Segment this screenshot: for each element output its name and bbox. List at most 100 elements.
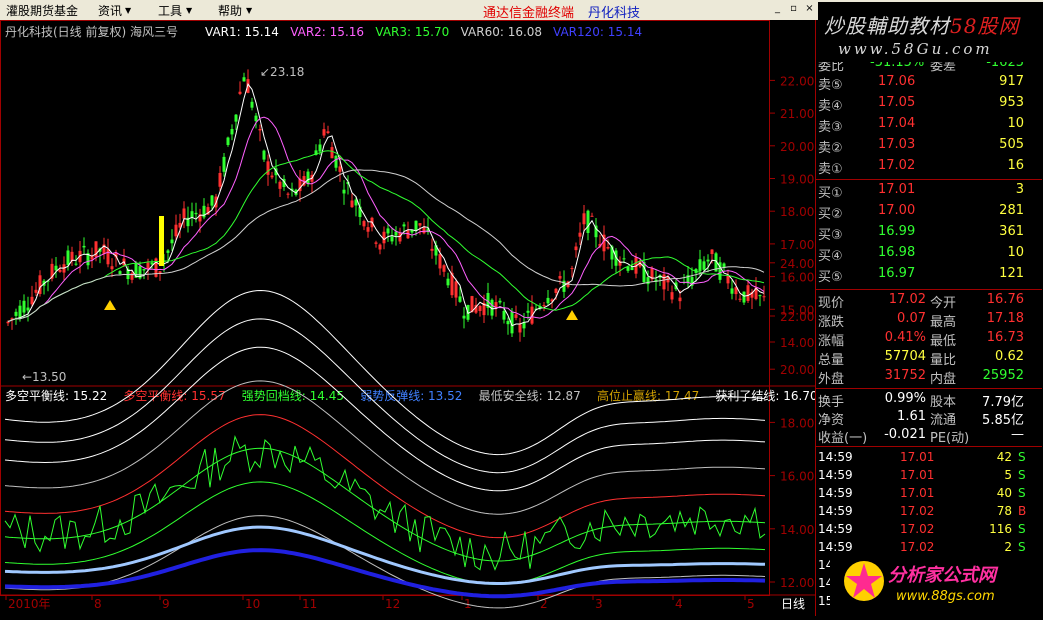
stat-row: 总量 57704 量比 0.62 [818, 348, 1042, 368]
buy-signal-icon [104, 300, 116, 310]
minimize-button[interactable]: _ [770, 2, 785, 16]
tick-time: 14:59 [818, 522, 853, 536]
candle-body [382, 231, 386, 244]
buy-signal-icon [566, 310, 578, 320]
restore-button[interactable]: ▫ [786, 2, 801, 16]
candle-body [570, 268, 574, 270]
candle-body [322, 129, 326, 136]
candle-body [258, 129, 262, 131]
order-volume: 281 [999, 203, 1024, 218]
x-tick-label: 9 [162, 597, 170, 611]
stat-value: 31752 [884, 368, 926, 383]
stat-label: 最高 [930, 315, 957, 330]
candle-body [170, 239, 174, 244]
stat-value: -0.021 [884, 427, 926, 442]
candle-body [58, 269, 62, 272]
candle-body [182, 208, 186, 219]
stat-row: 换手 0.99% 股本 7.79亿 [818, 390, 1042, 410]
legend-entry: 强势回档线: 14.45 [242, 389, 344, 403]
candle-body [142, 269, 146, 271]
stat-value: 16.76 [986, 292, 1024, 307]
y-tick-label: 16.00 [780, 271, 814, 285]
candle-body [374, 242, 378, 244]
candle-body [242, 77, 246, 82]
order-row-sell: 卖① 17.02 16 [818, 157, 1042, 177]
x-tick-label: 4 [675, 597, 683, 611]
legend-entry: VAR3: 15.70 [375, 25, 449, 39]
candle-body [478, 305, 482, 312]
tick-volume: 40 [996, 486, 1012, 500]
order-row-sell: 卖④ 17.05 953 [818, 94, 1042, 114]
legend-entry: 多空平衡线: 15.22 [5, 389, 107, 403]
menu-item-market[interactable]: 灌股期货基金 [6, 2, 78, 19]
candle-body [462, 315, 466, 319]
candle-body [498, 300, 502, 303]
stat-value: 0.99% [884, 391, 926, 406]
kline-chart[interactable]: 22.0021.0020.0019.0018.0017.0016.0015.00… [0, 20, 858, 616]
candle-body [446, 278, 450, 286]
candle-body [70, 251, 74, 261]
order-row-buy: 买④ 16.98 10 [818, 244, 1042, 264]
candle-body [26, 307, 30, 311]
stat-row: 涨跌 0.07 最高 17.18 [818, 310, 1042, 330]
candle-body [414, 220, 418, 231]
order-price: 17.00 [878, 203, 916, 218]
x-tick-label: 2010年 [8, 597, 51, 611]
watermark-site: 58股网 [950, 14, 1020, 38]
chart-frame [0, 20, 770, 596]
candle-body [66, 250, 70, 265]
menu-item-tools[interactable]: 工具 [158, 2, 182, 19]
order-volume: 10 [1007, 116, 1024, 131]
candle-body [546, 297, 550, 304]
watermark-url: www.58Gu.com [838, 40, 993, 58]
tick-time: 14:59 [818, 540, 853, 554]
tick-price: 17.02 [900, 540, 935, 554]
candle-body [286, 193, 290, 195]
tick-side: S [1018, 468, 1026, 482]
divider [816, 446, 1042, 447]
tick-row: 14:59 17.01 40 S [818, 485, 1042, 503]
tick-time: 14:59 [818, 504, 853, 518]
candle-body [306, 171, 310, 185]
candle-body [110, 266, 114, 270]
tick-price: 17.01 [900, 450, 935, 464]
menu-item-news[interactable]: 资讯 [98, 2, 122, 19]
candle-body [738, 298, 742, 300]
tick-row: 14:59 17.01 42 S [818, 449, 1042, 467]
chevron-down-icon: ▼ [186, 6, 193, 15]
order-price: 17.04 [878, 116, 916, 131]
order-volume: 505 [999, 137, 1024, 152]
x-tick-label: 10 [245, 597, 260, 611]
order-label: 卖④ [818, 99, 843, 114]
divider [816, 179, 1042, 180]
candle-body [194, 212, 198, 215]
candle-body [698, 259, 702, 272]
x-tick-label: 12 [385, 597, 400, 611]
candle-body [586, 210, 590, 233]
logo-name: 分析家公式网 [888, 565, 996, 586]
ma-line-60 [7, 169, 765, 323]
candle-body [342, 189, 346, 194]
order-price: 17.03 [878, 137, 916, 152]
candle-body [350, 200, 354, 208]
menu-item-help[interactable]: 帮助 [218, 2, 242, 19]
tick-side: B [1018, 504, 1027, 518]
stat-label: 涨幅 [818, 334, 845, 349]
chart-area[interactable]: 22.00 21.00 20.00 19.00 18.00 17.00 16.00 15.00… [0, 20, 858, 616]
candle-body [458, 296, 462, 302]
candle-body [758, 295, 762, 297]
tick-price: 17.01 [900, 468, 935, 482]
close-icon[interactable]: × [802, 2, 817, 16]
candle-body [190, 211, 194, 218]
tick-volume: 78 [996, 504, 1012, 518]
tick-volume: 2 [1004, 540, 1012, 554]
candle-body [630, 267, 634, 271]
ma-line-1 [7, 82, 765, 327]
candle-body [506, 321, 510, 325]
candle-body [330, 147, 334, 159]
tick-volume: 116 [989, 522, 1012, 536]
candle-body [710, 249, 714, 255]
candle-body [54, 265, 58, 271]
candle-body [226, 137, 230, 145]
stat-value: 0.62 [995, 349, 1024, 364]
